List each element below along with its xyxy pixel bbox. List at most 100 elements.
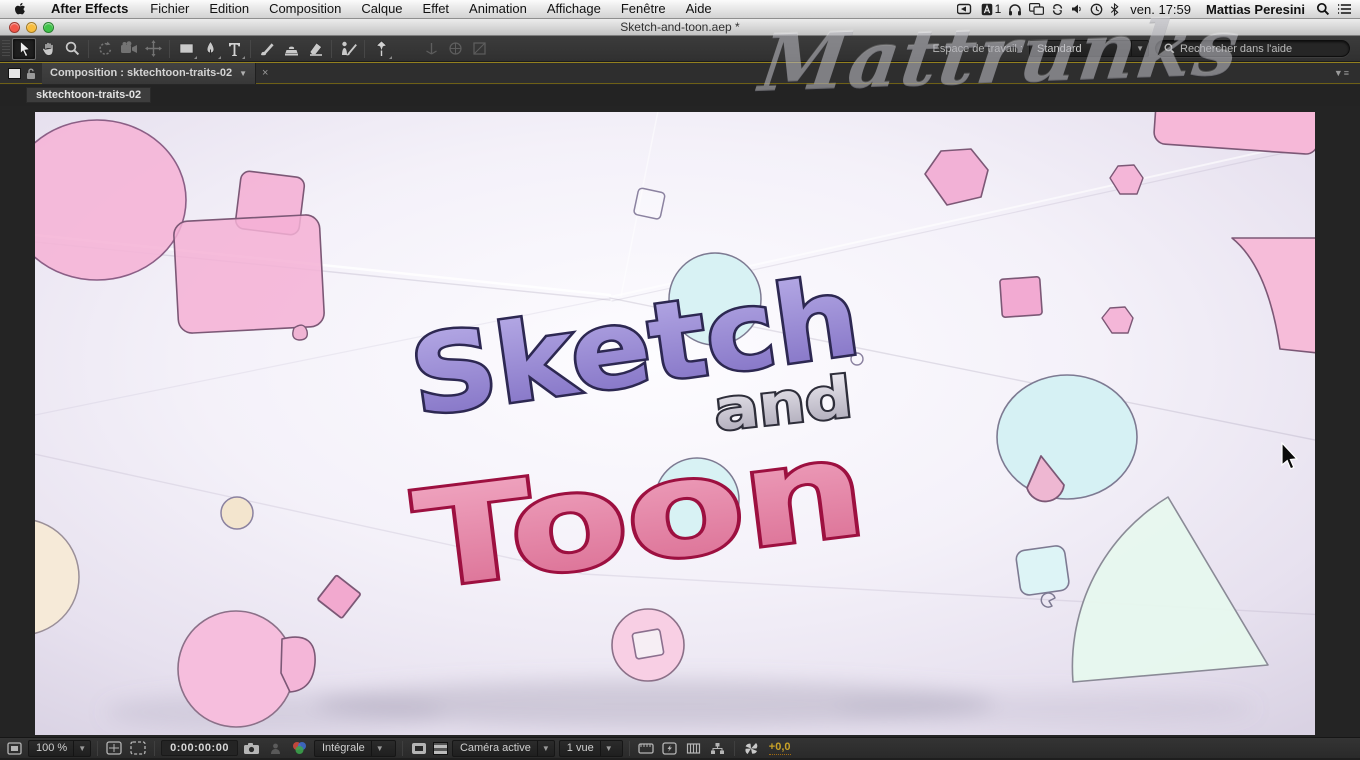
apple-menu-icon[interactable] [0, 2, 39, 16]
menu-aide[interactable]: Aide [676, 0, 722, 19]
chevron-down-icon: ▼ [537, 741, 550, 756]
camera-dropdown[interactable]: Caméra active ▼ [452, 740, 555, 757]
volume-icon[interactable] [1071, 3, 1083, 15]
chevron-down-icon: ▼ [600, 741, 613, 756]
menu-effet[interactable]: Effet [413, 0, 460, 19]
screen-capture-icon[interactable] [957, 3, 974, 15]
composition-navigator: sktechtoon-traits-02 [0, 85, 1360, 106]
pan-behind-tool[interactable] [141, 38, 165, 60]
panel-thumbnail-icon[interactable] [8, 68, 21, 79]
camera-value: Caméra active [460, 742, 531, 754]
menu-calque[interactable]: Calque [351, 0, 412, 19]
reset-exposure-icon[interactable] [684, 740, 704, 757]
tab-menu-chevron-icon[interactable]: ▼ [239, 69, 247, 78]
menu-composition[interactable]: Composition [259, 0, 351, 19]
help-search-input[interactable] [1180, 43, 1341, 55]
channels-icon[interactable] [290, 740, 310, 757]
toolbar-divider [250, 40, 251, 58]
flowchart-icon[interactable] [660, 740, 680, 757]
axis-mode-world-icon[interactable] [443, 38, 467, 60]
bottombar-divider [734, 741, 735, 756]
view-layout-dropdown[interactable]: 1 vue ▼ [559, 740, 623, 757]
timeline-icon[interactable] [636, 740, 656, 757]
menu-after-effects[interactable]: After Effects [39, 0, 140, 19]
screen: After Effects Fichier Edition Compositio… [0, 0, 1360, 760]
exposure-value[interactable]: +0,0 [769, 741, 791, 755]
sync-icon[interactable] [1051, 3, 1064, 16]
composition-panel: Composition : sktechtoon-traits-02 ▼ × ▼… [0, 62, 1360, 758]
workspace-dropdown[interactable]: Standard ▼ [1029, 40, 1149, 57]
shape-tool[interactable] [174, 38, 198, 60]
magnification-dropdown[interactable]: 100 % ▼ [28, 740, 91, 757]
menu-affichage[interactable]: Affichage [537, 0, 611, 19]
displays-icon[interactable] [1029, 3, 1044, 15]
beige-circle-small [221, 497, 253, 529]
axis-mode-local-icon[interactable] [419, 38, 443, 60]
panel-menu-icon[interactable]: ▼≡ [1334, 68, 1360, 78]
pink-circle-bottom-left [178, 611, 294, 727]
axis-mode-view-icon[interactable] [467, 38, 491, 60]
menu-edition[interactable]: Edition [199, 0, 259, 19]
viewer-controls: 100 % ▼ 0:00:00:00 Intégrale ▼ Caméra ac… [0, 737, 1360, 758]
view-layout-value: 1 vue [567, 742, 594, 754]
resolution-dropdown[interactable]: Intégrale ▼ [314, 740, 396, 757]
zoom-tool[interactable] [60, 38, 84, 60]
hand-tool[interactable] [36, 38, 60, 60]
unified-camera-tool[interactable] [117, 38, 141, 60]
current-time-field[interactable]: 0:00:00:00 [161, 740, 238, 756]
menubar-clock[interactable]: ven. 17:59 [1126, 2, 1195, 17]
workspace-controls: Espace de travail : Standard ▼ [933, 40, 1360, 57]
notification-center-icon[interactable] [1337, 3, 1352, 15]
composition-viewport[interactable]: Sketch and Toon [0, 106, 1360, 737]
exposure-icon[interactable] [741, 740, 761, 757]
toggle-mask-icon[interactable] [409, 740, 429, 757]
brush-tool[interactable] [255, 38, 279, 60]
show-snapshot-icon[interactable] [266, 740, 286, 757]
magnification-value: 100 % [36, 742, 67, 754]
pink-teardrop [293, 325, 308, 340]
mini-flowchart-icon[interactable] [708, 740, 728, 757]
workspace-value: Standard [1037, 43, 1082, 55]
composition-image: Sketch and Toon [35, 112, 1315, 735]
viewer-options-icon[interactable] [4, 740, 24, 757]
pen-tool[interactable] [198, 38, 222, 60]
chevron-down-icon: ▼ [371, 741, 384, 756]
bluetooth-icon[interactable] [1110, 3, 1119, 16]
toolbar-divider [364, 40, 365, 58]
help-searchbox[interactable] [1155, 40, 1350, 57]
ae-toolbar: Espace de travail : Standard ▼ [0, 36, 1360, 62]
lock-icon[interactable] [25, 67, 37, 80]
bottombar-divider [154, 741, 155, 756]
toolbar-grip[interactable] [2, 40, 10, 58]
menu-fichier[interactable]: Fichier [140, 0, 199, 19]
composition-breadcrumb[interactable]: sktechtoon-traits-02 [26, 87, 151, 103]
eraser-tool[interactable] [303, 38, 327, 60]
menu-fenetre[interactable]: Fenêtre [611, 0, 676, 19]
region-of-interest-icon[interactable] [128, 740, 148, 757]
input-source-icon[interactable]: 1 [981, 2, 1002, 16]
outline-square-top [633, 188, 665, 220]
spotlight-icon[interactable] [1316, 2, 1330, 16]
workspace-label: Espace de travail : [933, 43, 1024, 55]
snapshot-icon[interactable] [242, 740, 262, 757]
panel-tabbar: Composition : sktechtoon-traits-02 ▼ × ▼… [0, 63, 1360, 84]
type-tool[interactable] [222, 38, 246, 60]
tab-close-icon[interactable]: × [256, 67, 274, 79]
selection-tool[interactable] [12, 38, 36, 60]
bottombar-divider [97, 741, 98, 756]
safe-zones-icon[interactable] [104, 740, 124, 757]
time-machine-icon[interactable] [1090, 3, 1103, 16]
roto-brush-tool[interactable] [336, 38, 360, 60]
chevron-down-icon: ▼ [1131, 41, 1144, 56]
menubar-user[interactable]: Mattias Peresini [1202, 2, 1309, 17]
composition-tab[interactable]: Composition : sktechtoon-traits-02 ▼ [42, 63, 256, 84]
puppet-pin-tool[interactable] [369, 38, 393, 60]
transparency-grid-icon[interactable] [433, 742, 448, 755]
macos-menubar: After Effects Fichier Edition Compositio… [0, 0, 1360, 19]
window-titlebar[interactable]: Sketch-and-toon.aep * [0, 19, 1360, 36]
donut-inner-square [632, 629, 664, 659]
menu-animation[interactable]: Animation [459, 0, 537, 19]
clone-stamp-tool[interactable] [279, 38, 303, 60]
rotation-tool[interactable] [93, 38, 117, 60]
headphones-icon[interactable] [1008, 3, 1022, 16]
